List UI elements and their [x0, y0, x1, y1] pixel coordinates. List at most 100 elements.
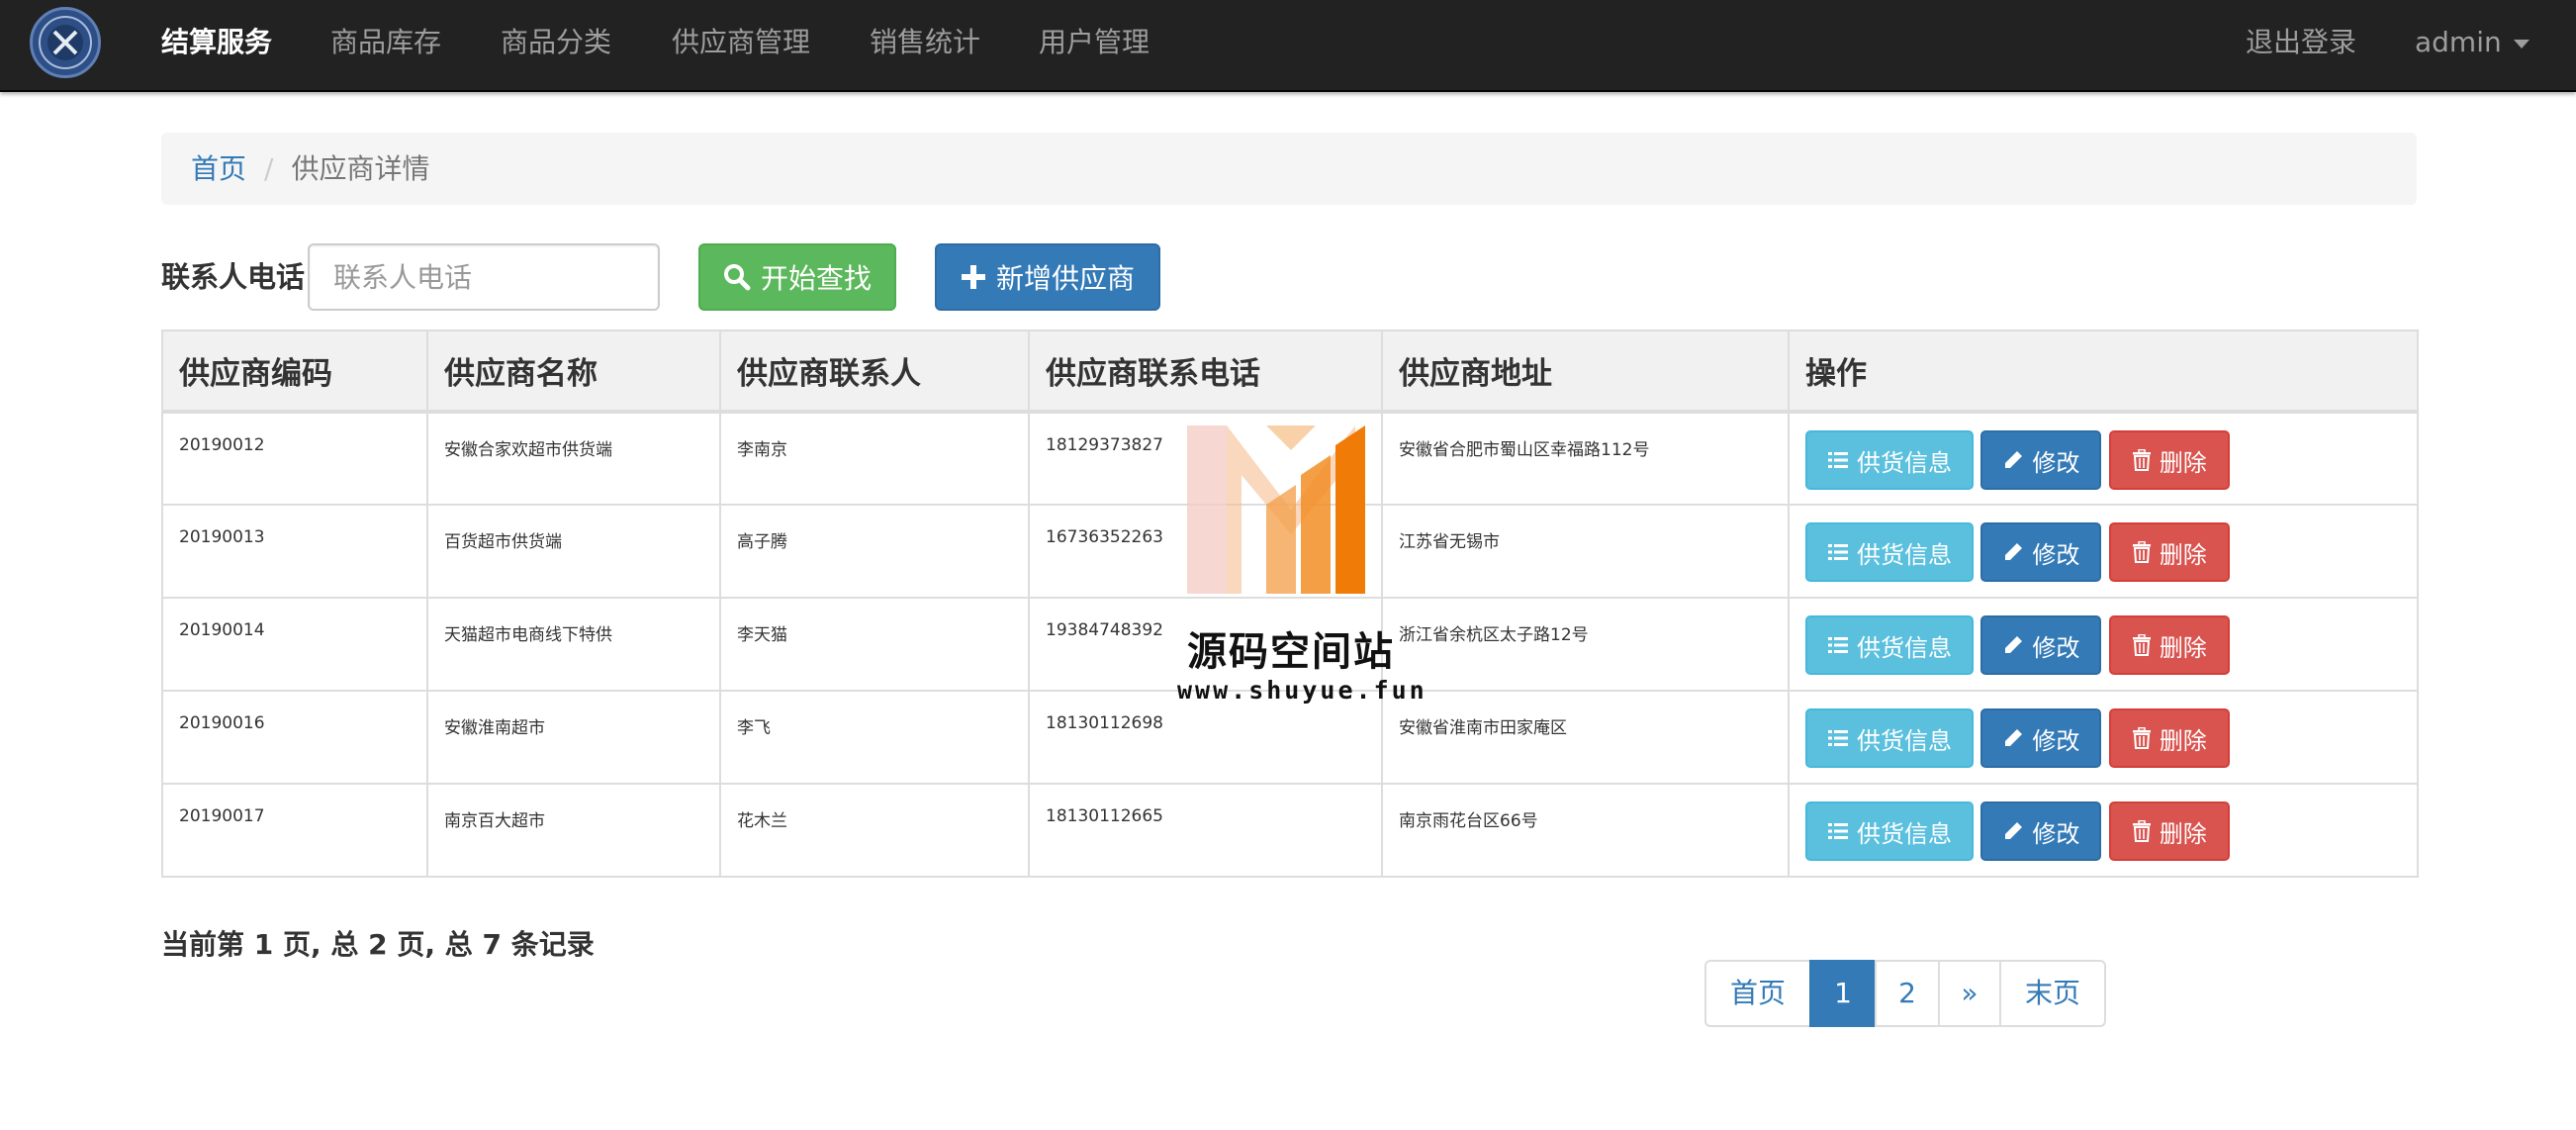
delete-button[interactable]: 删除	[2108, 615, 2230, 675]
cell-code: 20190012	[161, 411, 428, 506]
supply-info-button[interactable]: 供货信息	[1805, 615, 1974, 675]
logo-emblem-icon	[39, 16, 92, 69]
edit-button[interactable]: 修改	[1980, 708, 2102, 768]
plus-icon	[961, 265, 985, 289]
search-button-label: 开始查找	[760, 262, 872, 295]
cell-code: 20190013	[161, 504, 428, 599]
page-next[interactable]: »	[1938, 960, 2001, 1027]
edit-button[interactable]: 修改	[1980, 801, 2102, 861]
header-contact: 供应商联系人	[719, 330, 1030, 414]
list-icon	[1828, 637, 1848, 653]
header-actions: 操作	[1788, 330, 2419, 414]
header-code: 供应商编码	[161, 330, 428, 414]
cell-phone: 16736352263	[1028, 504, 1383, 599]
delete-button[interactable]: 删除	[2108, 801, 2230, 861]
supply-info-label: 供货信息	[1857, 726, 1952, 755]
page-last[interactable]: 末页	[1999, 960, 2106, 1027]
watermark-title: 源码空间站	[1187, 629, 1395, 675]
edit-label: 修改	[2032, 633, 2080, 662]
cell-phone: 18130112698	[1028, 690, 1383, 785]
delete-label: 删除	[2159, 448, 2207, 477]
cell-contact: 李天猫	[719, 597, 1030, 692]
search-button[interactable]: 开始查找	[698, 243, 896, 311]
page-2[interactable]: 2	[1875, 960, 1940, 1027]
delete-label: 删除	[2159, 726, 2207, 755]
edit-label: 修改	[2032, 448, 2080, 477]
cell-code: 20190017	[161, 783, 428, 878]
breadcrumb-home-link[interactable]: 首页	[191, 152, 246, 185]
search-input[interactable]	[308, 243, 660, 311]
supply-info-button[interactable]: 供货信息	[1805, 430, 1974, 490]
pencil-icon	[2005, 543, 2023, 560]
pencil-icon	[2005, 822, 2023, 839]
table-row: 20190016 安徽淮南超市 李飞 18130112698 安徽省淮南市田家庵区 供货信…	[161, 690, 2419, 785]
table-row: 20190012 安徽合家欢超市供货端 李南京 18129373827 安徽省合肥市蜀山…	[161, 411, 2419, 506]
delete-label: 删除	[2159, 819, 2207, 848]
add-supplier-button[interactable]: 新增供应商	[935, 243, 1160, 311]
page-info: 当前第 1 页, 总 2 页, 总 7 条记录	[161, 928, 595, 961]
cell-address: 江苏省无锡市	[1381, 504, 1790, 599]
delete-label: 删除	[2159, 540, 2207, 569]
delete-button[interactable]: 删除	[2108, 522, 2230, 582]
edit-button[interactable]: 修改	[1980, 430, 2102, 490]
supply-info-label: 供货信息	[1857, 540, 1952, 569]
add-supplier-button-label: 新增供应商	[995, 262, 1135, 295]
nav-brand[interactable]: 结算服务	[161, 0, 272, 85]
cell-code: 20190014	[161, 597, 428, 692]
list-icon	[1828, 452, 1848, 468]
cell-address: 安徽省合肥市蜀山区幸福路112号	[1381, 411, 1790, 506]
cell-name: 百货超市供货端	[426, 504, 721, 599]
nav-item-users[interactable]: 用户管理	[1039, 0, 1150, 85]
nav-item-supplier[interactable]: 供应商管理	[672, 0, 810, 85]
edit-label: 修改	[2032, 819, 2080, 848]
nav-item-inventory[interactable]: 商品库存	[330, 0, 441, 85]
user-name: admin	[2415, 26, 2502, 58]
trash-icon	[2132, 634, 2151, 656]
search-label: 联系人电话	[161, 260, 306, 294]
cell-name: 天猫超市电商线下特供	[426, 597, 721, 692]
nav-item-sales[interactable]: 销售统计	[870, 0, 980, 85]
edit-button[interactable]: 修改	[1980, 522, 2102, 582]
breadcrumb-current: 供应商详情	[291, 152, 430, 185]
app-logo[interactable]	[30, 7, 101, 78]
supply-info-label: 供货信息	[1857, 448, 1952, 477]
cell-phone: 18130112665	[1028, 783, 1383, 878]
trash-icon	[2132, 449, 2151, 471]
edit-label: 修改	[2032, 726, 2080, 755]
edit-button[interactable]: 修改	[1980, 615, 2102, 675]
table-row: 20190017 南京百大超市 花木兰 18130112665 南京雨花台区66号 供货信…	[161, 783, 2419, 878]
supply-info-button[interactable]: 供货信息	[1805, 708, 1974, 768]
pencil-icon	[2005, 636, 2023, 653]
supply-info-button[interactable]: 供货信息	[1805, 522, 1974, 582]
cell-phone: 18129373827	[1028, 411, 1383, 506]
cell-address: 南京雨花台区66号	[1381, 783, 1790, 878]
cell-actions: 供货信息 修改 删除	[1788, 690, 2419, 785]
pencil-icon	[2005, 451, 2023, 468]
page-1[interactable]: 1	[1809, 960, 1877, 1027]
cell-contact: 花木兰	[719, 783, 1030, 878]
cell-actions: 供货信息 修改 删除	[1788, 783, 2419, 878]
user-menu[interactable]: admin	[2415, 0, 2530, 85]
edit-label: 修改	[2032, 540, 2080, 569]
cell-code: 20190016	[161, 690, 428, 785]
nav-item-category[interactable]: 商品分类	[501, 0, 611, 85]
header-address: 供应商地址	[1381, 330, 1790, 414]
supply-info-button[interactable]: 供货信息	[1805, 801, 1974, 861]
logout-link[interactable]: 退出登录	[2246, 0, 2356, 85]
cell-name: 南京百大超市	[426, 783, 721, 878]
page-first[interactable]: 首页	[1704, 960, 1811, 1027]
cell-actions: 供货信息 修改 删除	[1788, 597, 2419, 692]
top-navbar: 结算服务 商品库存 商品分类 供应商管理 销售统计 用户管理 退出登录 admi…	[0, 0, 2576, 92]
delete-button[interactable]: 删除	[2108, 708, 2230, 768]
breadcrumb: 首页 / 供应商详情	[161, 133, 2417, 205]
cell-actions: 供货信息 修改 删除	[1788, 411, 2419, 506]
trash-icon	[2132, 820, 2151, 842]
list-icon	[1828, 823, 1848, 839]
cell-contact: 高子腾	[719, 504, 1030, 599]
cell-name: 安徽合家欢超市供货端	[426, 411, 721, 506]
delete-button[interactable]: 删除	[2108, 430, 2230, 490]
cell-contact: 李飞	[719, 690, 1030, 785]
breadcrumb-separator: /	[264, 152, 274, 185]
header-name: 供应商名称	[426, 330, 721, 414]
pagination: 首页 1 2 » 末页	[1704, 960, 2106, 1027]
